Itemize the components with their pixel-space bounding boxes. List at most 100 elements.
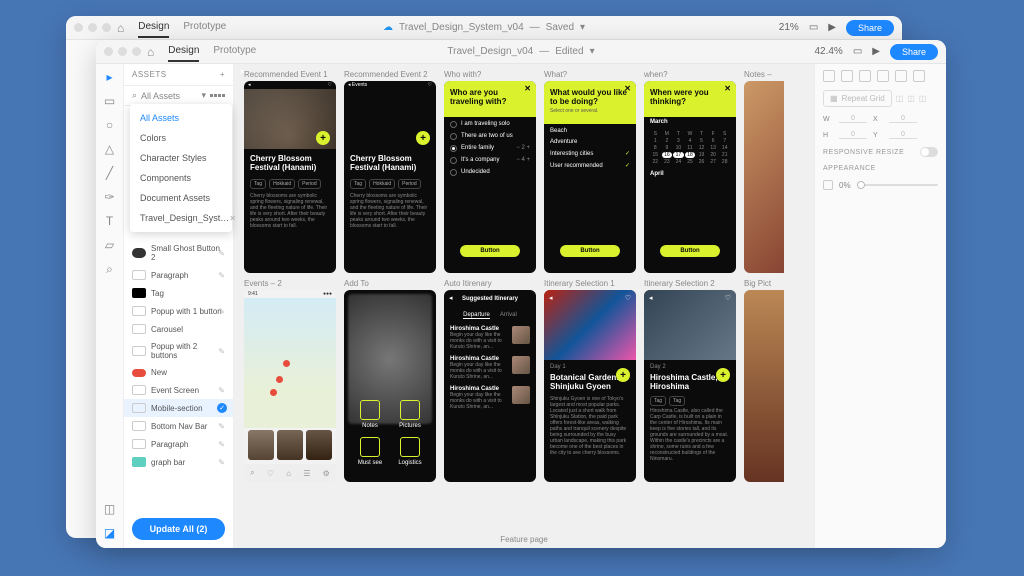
artboard-label[interactable]: Recommended Event 2	[344, 70, 436, 79]
artboard-label[interactable]: Notes –	[744, 70, 784, 79]
flyout-all-assets[interactable]: All Assets	[130, 108, 232, 128]
artboard-label-bottom[interactable]: Feature page	[500, 535, 548, 544]
artboard-sel2[interactable]: ◂ ♡ + Day 2 Hiroshima Castle, Hiroshima …	[644, 290, 736, 482]
flyout-components[interactable]: Components	[130, 168, 232, 188]
add-asset-icon[interactable]: +	[220, 70, 225, 79]
artboard-label[interactable]: Itinerary Selection 1	[544, 279, 636, 288]
pictures-icon[interactable]	[400, 400, 420, 420]
heart-icon[interactable]: ♡	[725, 294, 731, 302]
asset-item[interactable]: Event Screen✎	[124, 381, 233, 399]
edit-icon[interactable]: ✎	[218, 249, 225, 258]
asset-item[interactable]: Tag	[124, 284, 233, 302]
artboard-label[interactable]: Add To	[344, 279, 436, 288]
flyout-doc-assets[interactable]: Document Assets	[130, 188, 232, 208]
artboard-partial[interactable]	[744, 81, 784, 273]
back-icon[interactable]: ◂	[549, 294, 553, 302]
artboard-tool-icon[interactable]: ▱	[103, 238, 117, 252]
play-icon[interactable]: ▶	[828, 22, 836, 33]
tab-design[interactable]: Design	[138, 17, 169, 38]
pen-tool-icon[interactable]: ✑	[103, 190, 117, 204]
edit-icon[interactable]: ✎	[218, 307, 225, 316]
chevron-down-icon[interactable]: ▾	[201, 90, 206, 101]
edit-icon[interactable]: ✎	[218, 386, 225, 395]
home-icon[interactable]: ⌂	[147, 45, 154, 59]
repeat-grid-button[interactable]: ▦Repeat Grid	[823, 90, 892, 107]
action-button[interactable]: Button	[460, 245, 520, 257]
rectangle-tool-icon[interactable]: ▭	[103, 94, 117, 108]
artboard-what[interactable]: What would you like to be doing?Select o…	[544, 81, 636, 273]
flyout-linked-doc[interactable]: Travel_Design_Syst…✕	[130, 208, 232, 228]
edit-icon[interactable]: ✎	[218, 458, 225, 467]
tab-prototype[interactable]: Prototype	[213, 41, 256, 62]
fab-add-icon[interactable]: +	[716, 368, 730, 382]
assets-icon[interactable]: ◪	[103, 526, 117, 540]
artboard-partial[interactable]: ✕	[744, 290, 784, 482]
asset-item[interactable]: graph bar✎	[124, 453, 233, 471]
artboard-map[interactable]: 9:41●●● ⌕♡⌂☰⚙	[244, 290, 336, 482]
close-icon[interactable]: ✕	[239, 68, 245, 76]
mobile-icon[interactable]: ▭	[809, 22, 818, 33]
opacity-checkbox[interactable]	[823, 180, 833, 190]
boolean-op-icon[interactable]: ◫	[919, 94, 927, 103]
artboard-label[interactable]: Recommended Event 1	[244, 70, 336, 79]
notes-icon[interactable]	[360, 400, 380, 420]
chevron-down-icon[interactable]: ▾	[590, 46, 595, 57]
line-tool-icon[interactable]: ╱	[103, 166, 117, 180]
artboard-label[interactable]: Who with?	[444, 70, 536, 79]
artboard-label[interactable]: Auto Itirenary	[444, 279, 536, 288]
align-controls[interactable]	[823, 70, 938, 82]
back-icon[interactable]: ◂	[449, 294, 453, 302]
share-button-back[interactable]: Share	[846, 20, 894, 36]
artboard-event2[interactable]: ◂ Events♡ + Cherry Blossom Festival (Han…	[344, 81, 436, 273]
asset-item[interactable]: Popup with 1 button✎	[124, 302, 233, 320]
asset-item[interactable]: New	[124, 364, 233, 381]
design-canvas[interactable]: Recommended Event 1 ◂♡ + Cherry Blossom …	[234, 64, 814, 548]
edit-icon[interactable]: ✎	[218, 347, 225, 356]
artboard-when[interactable]: When were you thinking?✕ March SMTWTFS 1…	[644, 81, 736, 273]
share-button-front[interactable]: Share	[890, 44, 938, 60]
mustsee-icon[interactable]	[360, 437, 380, 457]
heart-icon[interactable]: ♡	[625, 294, 631, 302]
close-icon[interactable]: ✕	[624, 85, 631, 94]
asset-item[interactable]: Small Ghost Button 2✎	[124, 240, 233, 266]
artboard-label[interactable]: Events – 2	[244, 279, 336, 288]
action-button[interactable]: Button	[660, 245, 720, 257]
search-icon[interactable]: ⌕	[132, 90, 137, 101]
tab-design[interactable]: Design	[168, 41, 199, 62]
select-tool-icon[interactable]: ▸	[103, 70, 117, 84]
close-icon[interactable]: ✕	[524, 85, 531, 94]
asset-item[interactable]: Carousel	[124, 320, 233, 338]
artboard-addto[interactable]: Notes Pictures Must see Logistics	[344, 290, 436, 482]
zoom-tool-icon[interactable]: ⌕	[103, 262, 117, 276]
action-button[interactable]: Button	[560, 245, 620, 257]
filter-label[interactable]: All Assets	[141, 91, 197, 101]
fab-add-icon[interactable]: +	[316, 131, 330, 145]
boolean-op-icon[interactable]: ◫	[896, 94, 904, 103]
artboard-event1[interactable]: ◂♡ + Cherry Blossom Festival (Hanami) Ta…	[244, 81, 336, 273]
fab-add-icon[interactable]: +	[416, 131, 430, 145]
artboard-label[interactable]: What?	[544, 70, 636, 79]
zoom-front[interactable]: 42.4%	[814, 46, 842, 57]
flyout-colors[interactable]: Colors	[130, 128, 232, 148]
asset-item[interactable]: Bottom Nav Bar✎	[124, 417, 233, 435]
edit-icon[interactable]: ✎	[218, 440, 225, 449]
mobile-icon[interactable]: ▭	[853, 46, 862, 57]
flyout-char-styles[interactable]: Character Styles	[130, 148, 232, 168]
artboard-itinerary[interactable]: ◂ Suggested Itinerary DepartureArrival H…	[444, 290, 536, 482]
fab-add-icon[interactable]: +	[616, 368, 630, 382]
bottom-nav[interactable]: ⌕♡⌂☰⚙	[244, 464, 336, 482]
play-icon[interactable]: ▶	[872, 46, 880, 57]
artboard-sel1[interactable]: ◂ ♡ + Day 1 Botanical Gardens, Shinjuku …	[544, 290, 636, 482]
grid-view-icon[interactable]	[210, 94, 225, 97]
edit-icon[interactable]: ✎	[218, 271, 225, 280]
ellipse-tool-icon[interactable]: ○	[103, 118, 117, 132]
layers-icon[interactable]: ◫	[103, 502, 117, 516]
boolean-op-icon[interactable]: ◫	[907, 94, 915, 103]
polygon-tool-icon[interactable]: △	[103, 142, 117, 156]
asset-item[interactable]: Paragraph✎	[124, 266, 233, 284]
update-all-button[interactable]: Update All (2)	[132, 518, 225, 540]
close-icon[interactable]: ✕	[724, 85, 731, 94]
tab-prototype[interactable]: Prototype	[183, 17, 226, 38]
asset-item-selected[interactable]: Mobile-section✓	[124, 399, 233, 417]
asset-item[interactable]: Paragraph✎	[124, 435, 233, 453]
